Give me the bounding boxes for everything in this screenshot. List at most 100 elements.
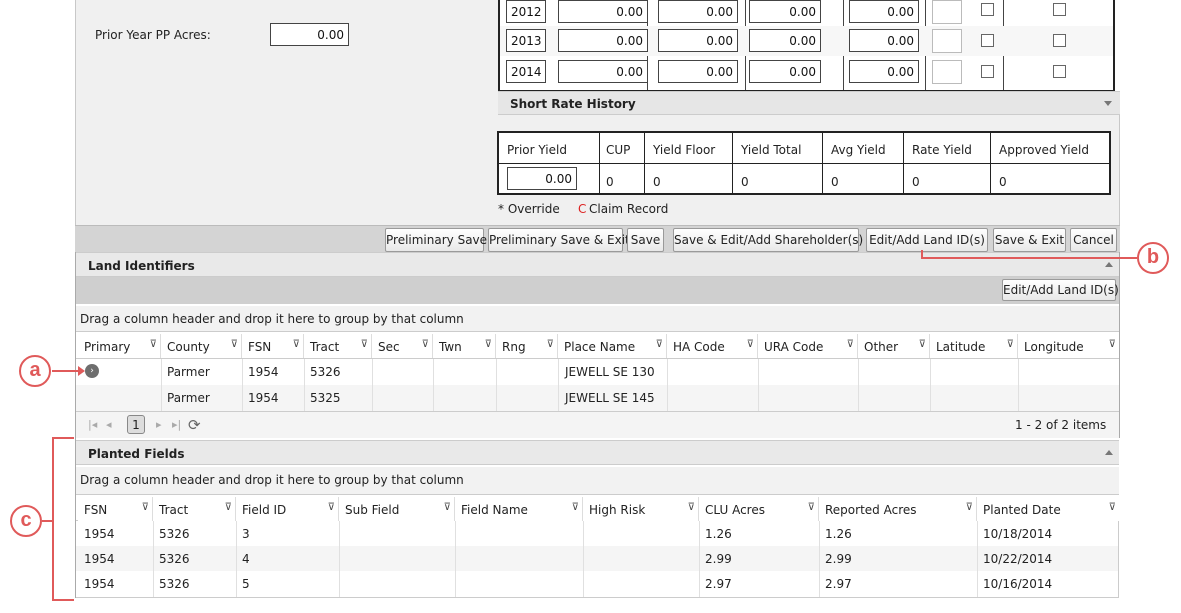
group-drop-area[interactable]: Drag a column header and drop it here to… (76, 306, 1119, 332)
table-row[interactable] (76, 571, 1119, 597)
history-checkbox[interactable] (981, 34, 994, 47)
save-button[interactable]: Save (627, 228, 664, 252)
column-header-primary[interactable]: Primary ⊽ (78, 334, 161, 358)
history-year[interactable]: 2012 (506, 0, 546, 23)
column-header-planted-date[interactable]: Planted Date ⊽ (977, 497, 1119, 521)
cell-tract: 5326 (159, 577, 190, 591)
cell-tract: 5326 (159, 527, 190, 541)
column-header-twn[interactable]: Twn ⊽ (433, 334, 496, 358)
yield-header: Avg Yield (831, 143, 886, 157)
history-year[interactable]: 2014 (506, 60, 546, 83)
preliminary-save-exit-button[interactable]: Preliminary Save & Exit (488, 228, 630, 252)
short-rate-history-title: Short Rate History (510, 97, 636, 111)
primary-indicator-icon[interactable]: › (85, 364, 99, 378)
history-value[interactable]: 0.00 (749, 0, 821, 23)
history-checkbox[interactable] (981, 65, 994, 78)
approved-yield-value: 0 (999, 175, 1007, 189)
column-header-fsn[interactable]: FSN ⊽ (78, 497, 153, 521)
column-header-field-name[interactable]: Field Name ⊽ (455, 497, 583, 521)
prev-page-icon[interactable]: ◂ (106, 418, 112, 431)
cell-place-name: JEWELL SE 145 (565, 391, 655, 405)
column-header-ura-code[interactable]: URA Code ⊽ (758, 334, 858, 358)
land-pager (76, 411, 1119, 438)
filter-icon: ⊽ (327, 502, 335, 513)
yield-header: Approved Yield (999, 143, 1089, 157)
table-row[interactable] (76, 521, 1119, 546)
column-header-rng[interactable]: Rng ⊽ (496, 334, 558, 358)
history-checkbox[interactable] (1053, 3, 1066, 16)
column-header-county[interactable]: County ⊽ (161, 334, 242, 358)
refresh-icon[interactable]: ⟳ (188, 416, 201, 434)
history-value[interactable]: 0.00 (558, 60, 648, 83)
preliminary-save-button[interactable]: Preliminary Save (385, 228, 487, 252)
current-page[interactable]: 1 (127, 415, 145, 434)
column-header-fsn[interactable]: FSN ⊽ (242, 334, 304, 358)
filter-icon: ⊽ (141, 502, 149, 513)
history-value[interactable]: 0.00 (749, 60, 821, 83)
prior-year-input[interactable]: 0.00 (270, 23, 349, 46)
cancel-button[interactable]: Cancel (1070, 228, 1117, 252)
history-checkbox[interactable] (981, 3, 994, 16)
chevron-up-icon[interactable] (1105, 262, 1113, 267)
filter-icon: ⊽ (149, 339, 157, 350)
history-empty-box[interactable] (932, 0, 962, 24)
cell-planted-date: 10/22/2014 (983, 552, 1053, 566)
column-header-place-name[interactable]: Place Name ⊽ (558, 334, 667, 358)
save-exit-button[interactable]: Save & Exit (993, 228, 1066, 252)
yield-floor-value: 0 (653, 175, 661, 189)
cell-clu-acres: 2.99 (705, 552, 732, 566)
filter-icon: ⊽ (224, 502, 232, 513)
history-value[interactable]: 0.00 (749, 29, 821, 52)
yield-header: Yield Floor (653, 143, 716, 157)
history-value[interactable]: 0.00 (658, 60, 738, 83)
filter-icon: ⊽ (292, 339, 300, 350)
history-year[interactable]: 2013 (506, 29, 546, 52)
cell-fsn: 1954 (248, 391, 279, 405)
yield-header: Yield Total (741, 143, 802, 157)
chevron-up-icon[interactable] (1105, 450, 1113, 455)
next-page-icon[interactable]: ▸ (156, 418, 162, 431)
short-rate-history-header[interactable]: Short Rate History (498, 91, 1120, 115)
history-value[interactable]: 0.00 (558, 0, 648, 23)
column-header-tract[interactable]: Tract ⊽ (153, 497, 236, 521)
column-header-tract[interactable]: Tract ⊽ (304, 334, 372, 358)
column-header-ha-code[interactable]: HA Code ⊽ (667, 334, 758, 358)
history-value[interactable]: 0.00 (658, 29, 738, 52)
column-header-sub-field[interactable]: Sub Field ⊽ (339, 497, 455, 521)
history-empty-box[interactable] (932, 29, 962, 53)
history-checkbox[interactable] (1053, 34, 1066, 47)
last-page-icon[interactable]: ▸| (172, 418, 181, 431)
column-header-longitude[interactable]: Longitude ⊽ (1018, 334, 1119, 358)
history-value[interactable]: 0.00 (658, 0, 738, 23)
prior-yield-input[interactable]: 0.00 (507, 167, 577, 190)
first-page-icon[interactable]: |◂ (88, 418, 97, 431)
yield-header: Rate Yield (912, 143, 972, 157)
history-value[interactable]: 0.00 (558, 29, 648, 52)
filter-icon: ⊽ (746, 339, 754, 350)
history-checkbox[interactable] (1053, 65, 1066, 78)
cell-field-id: 4 (242, 552, 250, 566)
column-header-reported-acres[interactable]: Reported Acres ⊽ (819, 497, 977, 521)
planted-fields-header[interactable]: Planted Fields (76, 440, 1119, 465)
column-header-latitude[interactable]: Latitude ⊽ (930, 334, 1018, 358)
table-row[interactable] (76, 546, 1119, 571)
history-value[interactable]: 0.00 (849, 0, 919, 23)
chevron-down-icon[interactable] (1104, 101, 1112, 106)
land-identifiers-header[interactable]: Land Identifiers (76, 252, 1119, 277)
history-value[interactable]: 0.00 (849, 29, 919, 52)
history-empty-box[interactable] (932, 60, 962, 84)
history-value[interactable]: 0.00 (849, 60, 919, 83)
filter-icon: ⊽ (687, 502, 695, 513)
edit-land-ids-toolbar-button[interactable]: Edit/Add Land ID(s) (1002, 279, 1119, 301)
cell-fsn: 1954 (84, 527, 115, 541)
yield-header: Prior Yield (507, 143, 567, 157)
edit-land-ids-button[interactable]: Edit/Add Land ID(s) (866, 228, 988, 252)
column-header-other[interactable]: Other ⊽ (858, 334, 930, 358)
save-edit-shareholders-button[interactable]: Save & Edit/Add Shareholder(s) (673, 228, 863, 252)
group-drop-area[interactable]: Drag a column header and drop it here to… (76, 467, 1119, 495)
column-header-clu-acres[interactable]: CLU Acres ⊽ (699, 497, 819, 521)
column-header-high-risk[interactable]: High Risk ⊽ (583, 497, 699, 521)
column-header-field-id[interactable]: Field ID ⊽ (236, 497, 339, 521)
column-header-sec[interactable]: Sec ⊽ (372, 334, 433, 358)
cell-place-name: JEWELL SE 130 (565, 365, 655, 379)
